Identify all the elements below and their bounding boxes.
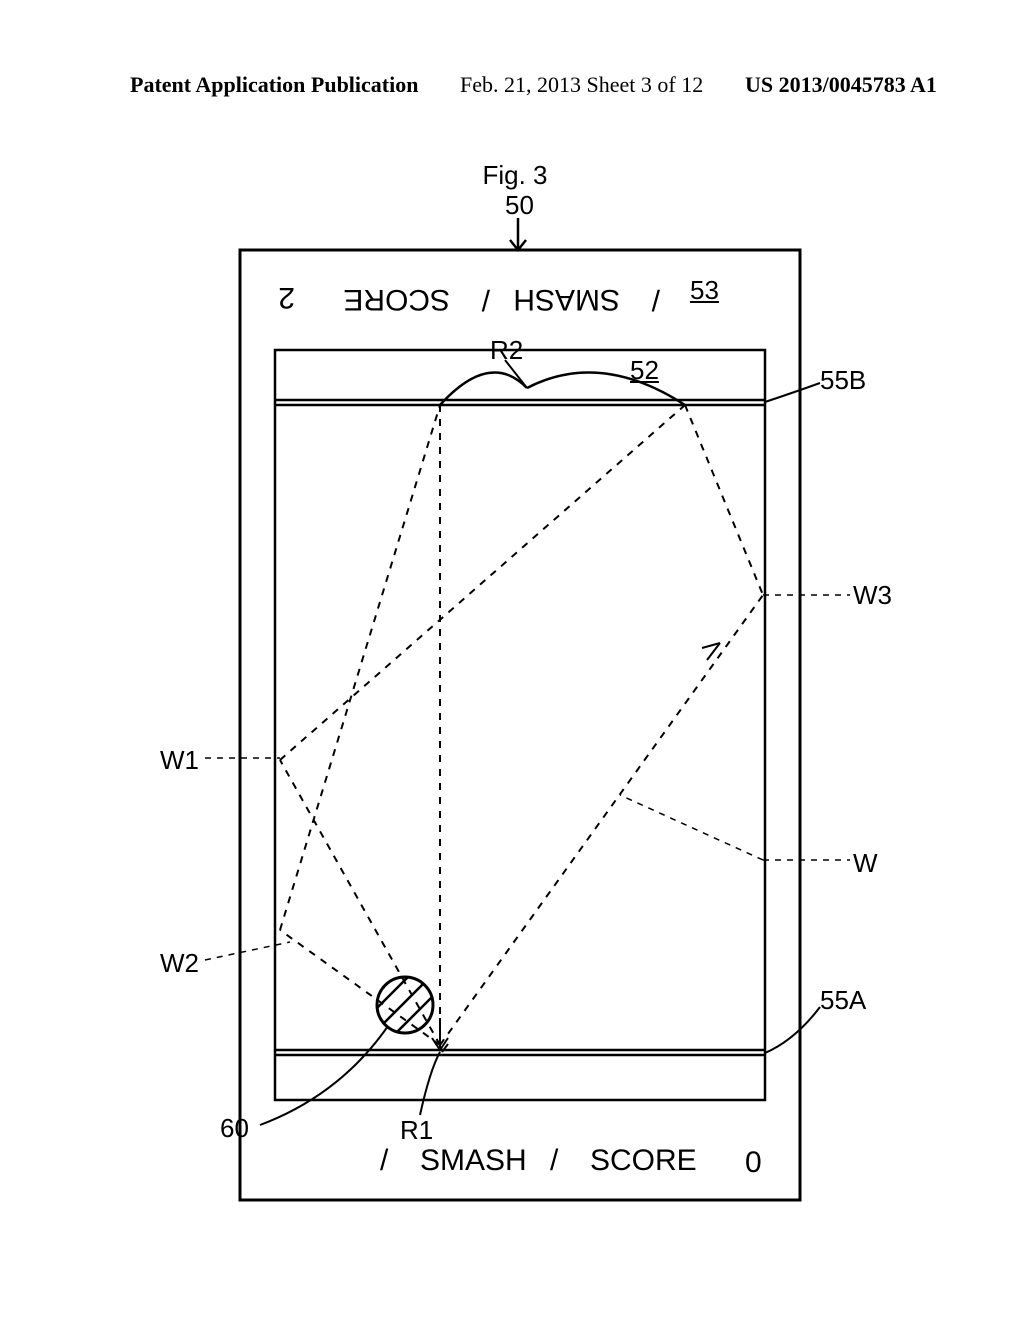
sep: / — [651, 283, 660, 316]
ref-R1: R1 — [400, 1115, 433, 1146]
figure-3: Fig. 3 50 — [130, 160, 900, 1240]
ref-55B: 55B — [820, 365, 866, 396]
header-date-sheet: Feb. 21, 2013 Sheet 3 of 12 — [460, 72, 703, 98]
score-label: SCORE — [590, 1144, 697, 1177]
header-publication-number: US 2013/0045783 A1 — [745, 72, 937, 98]
smash-label: SMASH — [513, 283, 620, 316]
sep: / — [380, 1144, 389, 1177]
sep: / — [481, 283, 490, 316]
bottom-scorebar: / SMASH / SCORE 0 — [380, 1144, 762, 1179]
ref-60: 60 — [220, 1113, 249, 1144]
figure-svg: / SMASH / SCORE 0 / SMASH / SCORE 2 — [130, 160, 900, 1240]
ref-W: W — [853, 848, 878, 879]
top-score: 2 — [278, 281, 295, 314]
ref-52: 52 — [630, 355, 659, 386]
bottom-score: 0 — [745, 1146, 762, 1179]
top-scorebar: / SMASH / SCORE 2 — [278, 281, 660, 316]
ref-W2: W2 — [160, 948, 199, 979]
smash-label: SMASH — [420, 1144, 527, 1177]
ref-W1: W1 — [160, 745, 199, 776]
ref-53: 53 — [690, 275, 719, 306]
ref-W3: W3 — [853, 580, 892, 611]
ref-R2: R2 — [490, 335, 523, 366]
header-publication-type: Patent Application Publication — [130, 72, 418, 98]
score-label: SCORE — [343, 283, 450, 316]
ref-55A: 55A — [820, 985, 866, 1016]
sep: / — [550, 1144, 559, 1177]
